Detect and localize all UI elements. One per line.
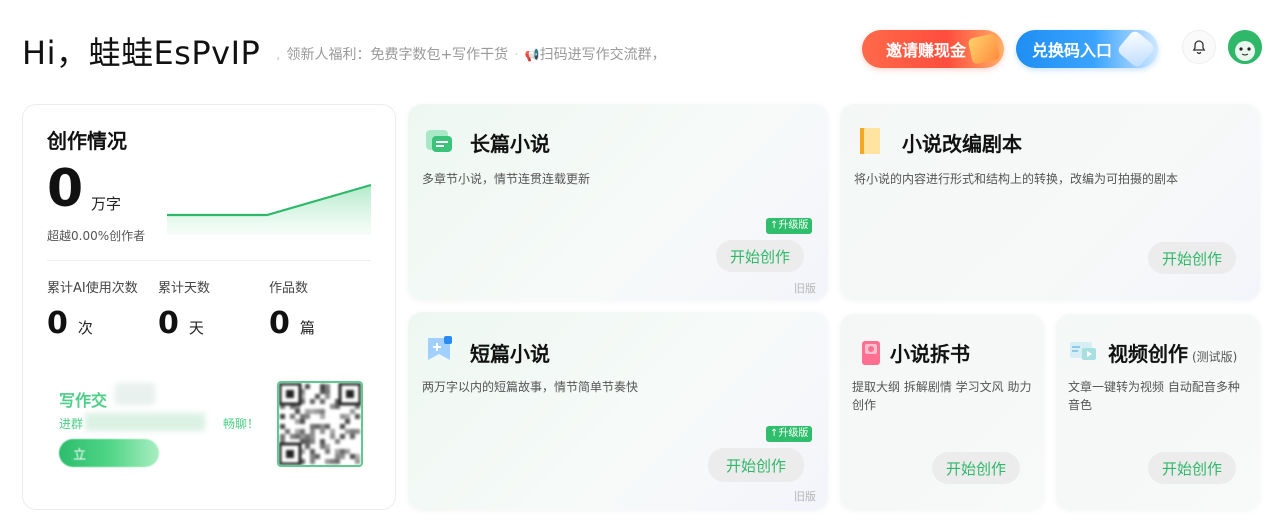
metric-ai-uses: 累计AI使用次数 0次: [47, 277, 138, 341]
stats-card: 创作情况 0 万字 超越0.00%创作者 累计AI使用次数 0次 累计天数 0天…: [22, 104, 396, 510]
start-create-button[interactable]: 开始创作: [1148, 242, 1236, 274]
qr-code: [277, 381, 363, 467]
greeting-title: Hi，蛙蛙EsPvIP: [22, 34, 261, 72]
card-desc: 文章一键转为视频 自动配音多种音色: [1068, 380, 1240, 412]
card-title: 长篇小说: [470, 132, 550, 156]
long-novel-icon: [426, 130, 452, 152]
sparkline-area: [167, 185, 371, 235]
notice-dot: ,: [276, 47, 281, 63]
start-create-button[interactable]: 开始创作: [716, 240, 804, 272]
metric-label: 作品数: [269, 281, 309, 296]
megaphone-icon: 📢: [524, 48, 540, 62]
invite-cash-label: 邀请赚现金: [886, 41, 967, 60]
card-adapt-script[interactable]: 小说改编剧本 将小说的内容进行形式和结构上的转换，改编为可拍摄的剧本 开始创作: [840, 104, 1260, 300]
split-book-icon: [862, 341, 880, 365]
community-sub-a: 进群: [59, 417, 84, 431]
card-title: 小说改编剧本: [902, 132, 1022, 156]
invite-cash-button[interactable]: 邀请赚现金: [862, 30, 1004, 68]
gift-icon: [967, 33, 1001, 65]
qr-code-image: [279, 383, 361, 465]
card-title: 视频创作 (测试版): [1108, 338, 1237, 367]
upgrade-badge-label: 升级版: [778, 428, 809, 439]
join-label: 立: [73, 447, 87, 463]
frog-avatar-icon: [1228, 30, 1262, 64]
card-title-text: 视频创作: [1108, 342, 1188, 366]
notification-bell-button[interactable]: [1182, 30, 1216, 64]
divider: [47, 260, 371, 261]
card-title: 小说拆书: [890, 342, 970, 366]
metric-value: 0: [158, 306, 179, 341]
join-group-button[interactable]: 立: [59, 439, 159, 467]
notice-group[interactable]: 扫码进写作交流群，: [540, 47, 666, 63]
metric-unit: 天: [188, 319, 204, 337]
redeem-code-label: 兑换码入口: [1032, 41, 1113, 60]
stats-title: 创作情况: [47, 129, 127, 153]
script-book-icon: [860, 128, 880, 154]
word-trend-sparkline: [167, 183, 372, 235]
short-novel-icon: [428, 336, 452, 360]
old-version-link[interactable]: 旧版: [794, 488, 816, 504]
beats-percent: 超越0.00%创作者: [47, 229, 146, 243]
card-desc: 提取大纲 拆解剧情 学习文风 助力创作: [852, 380, 1032, 412]
metric-value: 0: [47, 306, 68, 341]
old-version-link[interactable]: 旧版: [794, 280, 816, 296]
card-desc: 多章节小说，情节连贯连载更新: [422, 172, 591, 186]
metric-works: 作品数 0篇: [269, 277, 315, 341]
community-title: 写作交: [59, 391, 108, 410]
blurred-text: [85, 413, 205, 431]
metric-label: 累计天数: [158, 281, 211, 296]
redeem-code-button[interactable]: 兑换码入口: [1016, 30, 1158, 68]
notice-bar: , 领新人福利：免费字数包+写作干货 · 📢扫码进写作交流群，: [276, 47, 666, 63]
card-split-book[interactable]: 小说拆书 提取大纲 拆解剧情 学习文风 助力创作 开始创作: [840, 314, 1044, 510]
card-video[interactable]: 视频创作 (测试版) 文章一键转为视频 自动配音多种音色 开始创作: [1056, 314, 1260, 510]
video-icon: [1070, 342, 1096, 360]
word-count: 0: [47, 159, 84, 219]
avatar[interactable]: [1228, 30, 1262, 64]
card-desc: 将小说的内容进行形式和结构上的转换，改编为可拍摄的剧本: [854, 172, 1179, 186]
metric-unit: 次: [77, 319, 93, 337]
community-sub-b: 畅聊！: [223, 417, 260, 431]
card-title: 短篇小说: [470, 342, 550, 366]
start-create-button[interactable]: 开始创作: [932, 452, 1020, 484]
start-create-button[interactable]: 开始创作: [708, 448, 804, 482]
word-count-unit: 万字: [91, 195, 122, 213]
ticket-icon: [1116, 30, 1156, 68]
blurred-text: [115, 383, 155, 405]
metric-days: 累计天数 0天: [158, 277, 210, 341]
beta-tag: (测试版): [1192, 350, 1238, 364]
upgrade-badge: ↑升级版: [766, 426, 813, 442]
card-long-novel[interactable]: 长篇小说 多章节小说，情节连贯连载更新 ↑升级版 开始创作 旧版: [408, 104, 828, 300]
card-short-novel[interactable]: 短篇小说 两万字以内的短篇故事，情节简单节奏快 ↑升级版 开始创作 旧版: [408, 312, 828, 510]
notice-welfare[interactable]: 领新人福利：免费字数包+写作干货: [286, 47, 508, 63]
metric-unit: 篇: [299, 319, 315, 337]
bell-icon: [1192, 40, 1206, 55]
card-desc: 两万字以内的短篇故事，情节简单节奏快: [422, 380, 639, 394]
metric-label: 累计AI使用次数: [47, 281, 138, 296]
start-create-button[interactable]: 开始创作: [1148, 452, 1236, 484]
upgrade-badge: ↑升级版: [766, 218, 813, 234]
metric-value: 0: [269, 306, 290, 341]
upgrade-badge-label: 升级版: [778, 220, 809, 231]
